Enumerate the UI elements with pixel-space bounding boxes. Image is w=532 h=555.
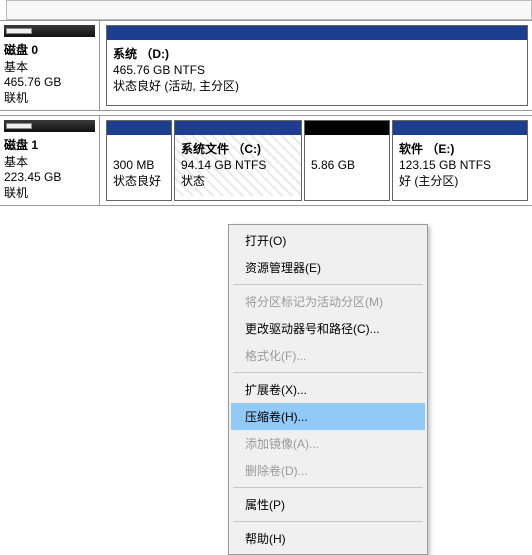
menu-format: 格式化(F)... bbox=[231, 342, 425, 369]
menu-open[interactable]: 打开(O) bbox=[231, 227, 425, 254]
menu-shrink[interactable]: 压缩卷(H)... bbox=[231, 403, 425, 430]
disk-row-0: 磁盘 0 基本 465.76 GB 联机 系统 （D:) 465.76 GB N… bbox=[0, 20, 532, 111]
disk-icon bbox=[4, 25, 95, 37]
menu-separator bbox=[233, 284, 423, 285]
partition-status: 状态 bbox=[181, 174, 205, 188]
disk-size: 223.45 GB bbox=[4, 170, 95, 184]
partition-color-bar bbox=[393, 121, 527, 135]
menu-separator bbox=[233, 372, 423, 373]
partition-status: 状态良好 bbox=[113, 174, 161, 188]
menu-extend[interactable]: 扩展卷(X)... bbox=[231, 376, 425, 403]
partition-e[interactable]: 软件 （E:) 123.15 GB NTFS 好 (主分区) bbox=[392, 120, 528, 201]
menu-explorer[interactable]: 资源管理器(E) bbox=[231, 254, 425, 281]
partition-size: 5.86 GB bbox=[311, 158, 355, 172]
disk-icon bbox=[4, 120, 95, 132]
menu-properties[interactable]: 属性(P) bbox=[231, 491, 425, 518]
disk-type: 基本 bbox=[4, 153, 95, 170]
disk0-partitions: 系统 （D:) 465.76 GB NTFS 状态良好 (活动, 主分区) bbox=[100, 21, 532, 110]
menu-separator bbox=[233, 487, 423, 488]
partition-color-bar bbox=[175, 121, 301, 135]
partition-size: 94.14 GB NTFS bbox=[181, 158, 266, 172]
partition-status: 好 (主分区) bbox=[399, 174, 458, 188]
partition-title: 软件 （E:) bbox=[399, 142, 454, 156]
menu-delete: 删除卷(D)... bbox=[231, 457, 425, 484]
menu-mark-active: 将分区标记为活动分区(M) bbox=[231, 288, 425, 315]
partition-size: 300 MB bbox=[113, 158, 154, 172]
partition-size: 465.76 GB NTFS bbox=[113, 63, 205, 77]
toolbar-remnant bbox=[6, 0, 532, 20]
partition-d[interactable]: 系统 （D:) 465.76 GB NTFS 状态良好 (活动, 主分区) bbox=[106, 25, 528, 106]
disk-name: 磁盘 0 bbox=[4, 43, 38, 57]
partition-title: 系统文件 （C:) bbox=[181, 142, 261, 156]
disk1-partitions: 300 MB 状态良好 系统文件 （C:) 94.14 GB NTFS 状态 5… bbox=[100, 116, 532, 205]
partition-title: 系统 （D:) bbox=[113, 47, 169, 61]
disk-name: 磁盘 1 bbox=[4, 138, 38, 152]
disk-status: 联机 bbox=[4, 184, 95, 201]
disk-header-1[interactable]: 磁盘 1 基本 223.45 GB 联机 bbox=[0, 116, 100, 205]
partition-color-bar bbox=[107, 26, 527, 40]
disk-row-1: 磁盘 1 基本 223.45 GB 联机 300 MB 状态良好 系统文件 （C… bbox=[0, 115, 532, 206]
disk-layout: 磁盘 0 基本 465.76 GB 联机 系统 （D:) 465.76 GB N… bbox=[0, 20, 532, 206]
partition-recovery[interactable]: 300 MB 状态良好 bbox=[106, 120, 172, 201]
disk-size: 465.76 GB bbox=[4, 75, 95, 89]
disk-header-0[interactable]: 磁盘 0 基本 465.76 GB 联机 bbox=[0, 21, 100, 110]
partition-color-bar bbox=[305, 121, 389, 135]
menu-help[interactable]: 帮助(H) bbox=[231, 525, 425, 552]
context-menu: 打开(O) 资源管理器(E) 将分区标记为活动分区(M) 更改驱动器号和路径(C… bbox=[228, 224, 428, 555]
disk-status: 联机 bbox=[4, 89, 95, 106]
partition-unallocated[interactable]: 5.86 GB bbox=[304, 120, 390, 201]
partition-size: 123.15 GB NTFS bbox=[399, 158, 491, 172]
partition-status: 状态良好 (活动, 主分区) bbox=[113, 79, 239, 93]
partition-c[interactable]: 系统文件 （C:) 94.14 GB NTFS 状态 bbox=[174, 120, 302, 201]
partition-color-bar bbox=[107, 121, 171, 135]
menu-add-mirror: 添加镜像(A)... bbox=[231, 430, 425, 457]
menu-change-letter[interactable]: 更改驱动器号和路径(C)... bbox=[231, 315, 425, 342]
menu-separator bbox=[233, 521, 423, 522]
disk-type: 基本 bbox=[4, 58, 95, 75]
